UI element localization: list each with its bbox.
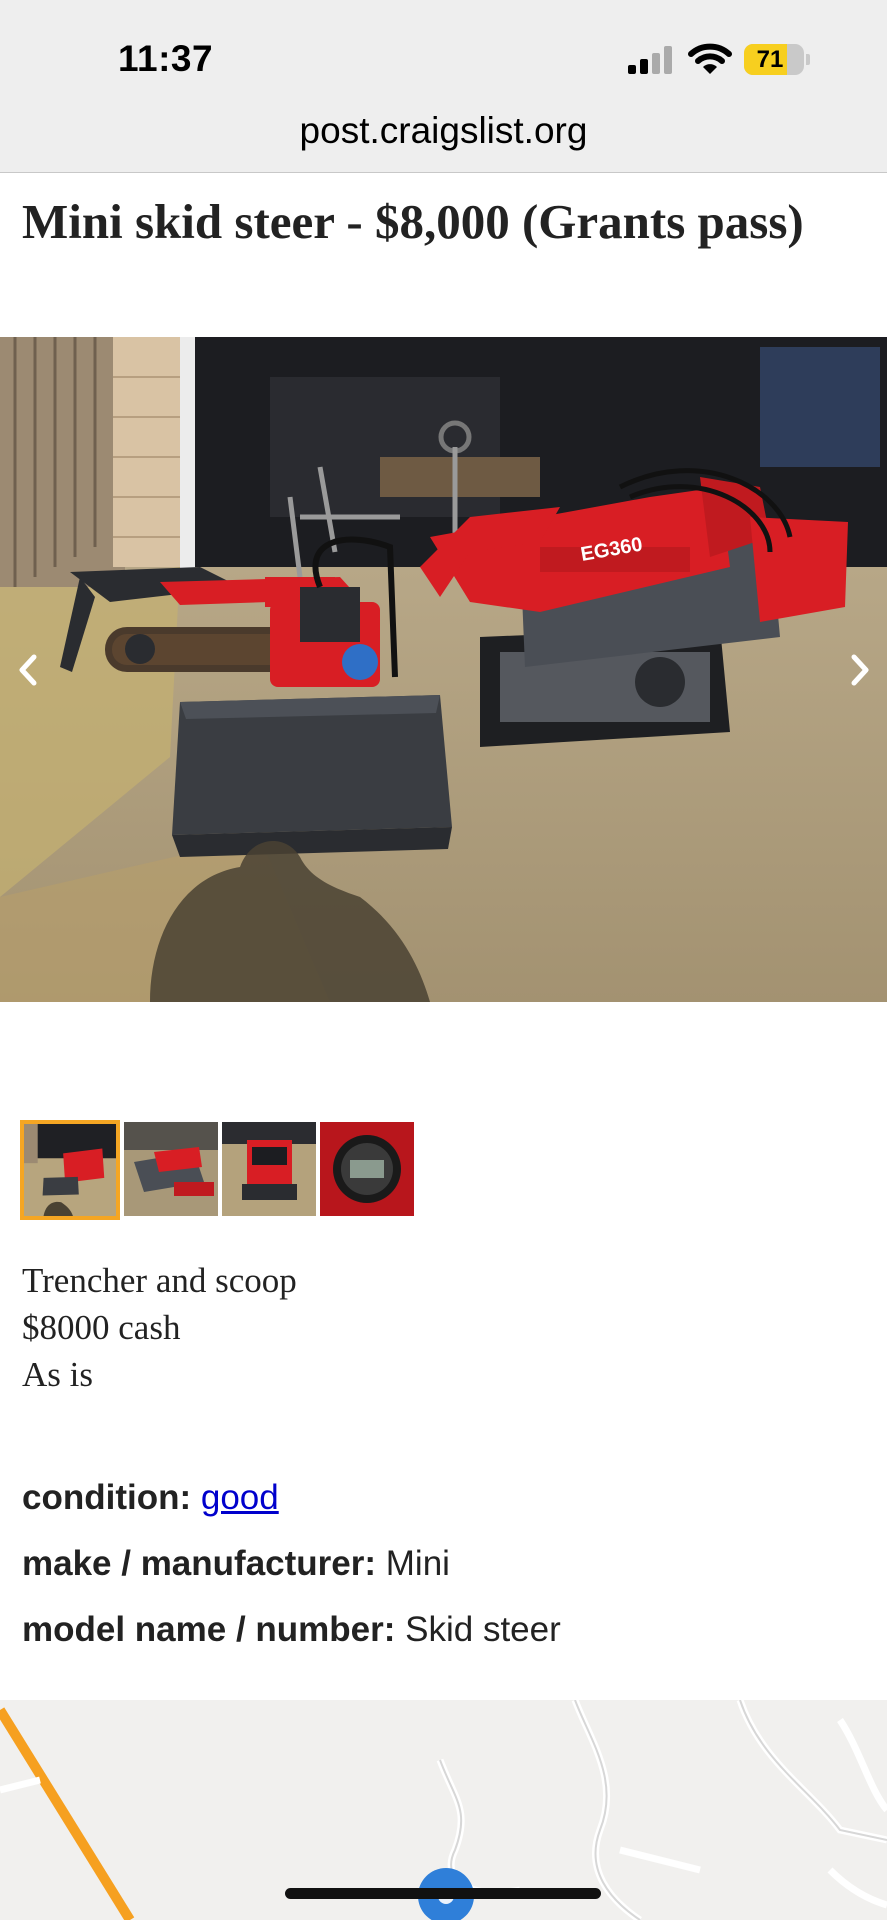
attribute-condition: condition: good: [22, 1473, 561, 1539]
posting-body-line: $8000 cash: [22, 1308, 181, 1347]
battery-tip: [806, 54, 810, 65]
status-bar: 11:37 71: [0, 0, 887, 102]
thumbnail-1[interactable]: [20, 1120, 120, 1220]
gallery-next-button[interactable]: [846, 645, 876, 695]
battery-level-text: 71: [756, 46, 784, 73]
chevron-right-icon: [851, 654, 869, 686]
attribute-make: make / manufacturer: Mini: [22, 1539, 561, 1605]
posting-body-line: Trencher and scoop: [22, 1261, 297, 1300]
browser-address-bar[interactable]: post.craigslist.org: [0, 102, 887, 173]
gallery-main-image: EG360: [0, 337, 887, 1002]
status-time: 11:37: [118, 38, 214, 79]
posting-body: Trencher and scoop $8000 cash As is: [22, 1257, 297, 1398]
attribute-model: model name / number: Skid steer: [22, 1605, 561, 1671]
attribute-value: Skid steer: [405, 1610, 561, 1649]
attribute-value: Mini: [385, 1544, 450, 1583]
url-text[interactable]: post.craigslist.org: [0, 110, 887, 152]
chevron-left-icon: [19, 654, 37, 686]
attribute-label: make / manufacturer:: [22, 1544, 377, 1583]
location-map[interactable]: [0, 1700, 887, 1920]
thumbnail-3[interactable]: [222, 1122, 316, 1216]
attribute-group: condition: good make / manufacturer: Min…: [22, 1473, 561, 1671]
posting-title: Mini skid steer - $8,000 (Grants pass): [22, 194, 804, 249]
thumbnail-2[interactable]: [124, 1122, 218, 1216]
gallery-prev-button[interactable]: [12, 645, 42, 695]
condition-link[interactable]: good: [201, 1478, 279, 1517]
image-gallery[interactable]: EG360: [0, 337, 887, 1002]
map-tiles: [0, 1700, 887, 1920]
wifi-icon: [688, 42, 732, 76]
home-indicator[interactable]: [285, 1888, 601, 1899]
attribute-label: condition:: [22, 1478, 192, 1517]
battery-icon: 71: [744, 44, 804, 75]
attribute-label: model name / number:: [22, 1610, 396, 1649]
posting-body-line: As is: [22, 1355, 93, 1394]
thumbnail-4[interactable]: [320, 1122, 414, 1216]
signal-icon: [628, 46, 676, 74]
